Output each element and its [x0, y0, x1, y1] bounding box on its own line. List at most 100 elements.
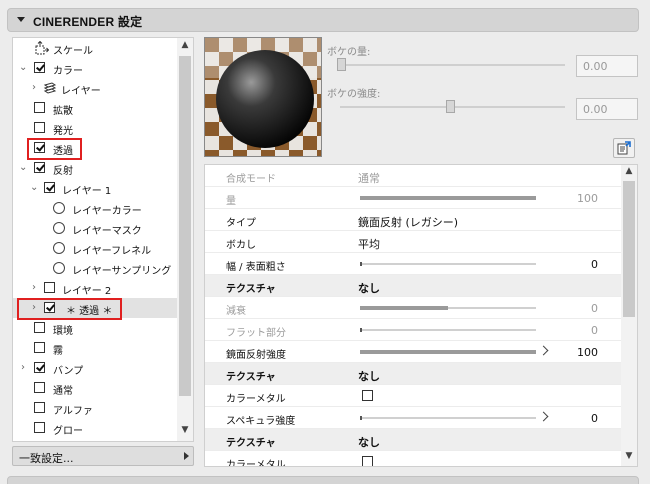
- next-panel-header[interactable]: [7, 476, 639, 484]
- scroll-up-icon[interactable]: ▲: [177, 40, 193, 54]
- tree-item-layer-fresnel[interactable]: レイヤーフレネル: [13, 238, 178, 258]
- tree-item-glow[interactable]: グロー: [13, 418, 178, 438]
- prop-row-texture[interactable]: テクスチャ なし: [205, 429, 637, 451]
- tree-item-layer-1[interactable]: ⌄ レイヤー 1: [13, 178, 178, 198]
- prop-number[interactable]: 0: [591, 258, 598, 271]
- bokeh-amount-track[interactable]: [340, 64, 565, 66]
- chevron-down-icon[interactable]: ⌄: [19, 163, 27, 173]
- checkbox-transparency-layer[interactable]: [44, 302, 55, 313]
- bokeh-amount-slider-thumb[interactable]: [337, 58, 346, 71]
- prop-value[interactable]: なし: [358, 434, 380, 450]
- chevron-right-icon[interactable]: ›: [19, 363, 27, 373]
- checkbox-alpha[interactable]: [34, 402, 45, 413]
- checkbox-fog[interactable]: [34, 342, 45, 353]
- checkbox-normal[interactable]: [34, 382, 45, 393]
- bokeh-strength-input[interactable]: 0.00: [576, 98, 638, 120]
- prop-row-attenuation[interactable]: 減衰 0: [205, 297, 637, 319]
- prop-row-color-metal[interactable]: カラーメタル: [205, 385, 637, 407]
- chevron-right-icon[interactable]: [538, 345, 549, 356]
- prop-number[interactable]: 100: [577, 346, 598, 359]
- checkbox-luminance[interactable]: [34, 122, 45, 133]
- prop-value[interactable]: 鏡面反射 (レガシー): [358, 214, 458, 230]
- checkbox-color[interactable]: [34, 62, 45, 73]
- chevron-right-icon[interactable]: ›: [30, 83, 38, 93]
- prop-slider[interactable]: [360, 306, 536, 310]
- checkbox-layer-1[interactable]: [44, 182, 55, 193]
- checkbox-glow[interactable]: [34, 422, 45, 433]
- match-settings-button[interactable]: 一致設定...: [12, 446, 194, 466]
- chevron-down-icon[interactable]: ⌄: [30, 183, 38, 193]
- scroll-down-icon[interactable]: ▼: [621, 451, 637, 465]
- tree-scrollbar[interactable]: ▲ ▼: [177, 38, 193, 441]
- prop-label: フラット部分: [226, 328, 286, 339]
- bokeh-amount-input[interactable]: 0.00: [576, 55, 638, 77]
- chevron-down-icon[interactable]: ⌄: [19, 63, 27, 73]
- prop-value[interactable]: 平均: [358, 236, 380, 252]
- prop-slider[interactable]: [360, 328, 536, 332]
- prop-row-roughness[interactable]: 幅 / 表面粗さ 0: [205, 253, 637, 275]
- tree-item-transparency[interactable]: 透過: [13, 138, 178, 158]
- prop-slider[interactable]: [360, 262, 536, 266]
- tree-item-color-layer[interactable]: › レイヤー: [13, 78, 178, 98]
- tree-item-normal[interactable]: 通常: [13, 378, 178, 398]
- prop-slider[interactable]: [360, 416, 536, 420]
- bokeh-strength-slider-thumb[interactable]: [446, 100, 455, 113]
- checkbox-transparency[interactable]: [34, 142, 45, 153]
- prop-row-texture[interactable]: テクスチャ なし: [205, 363, 637, 385]
- prop-row-color-metal[interactable]: カラーメタル: [205, 451, 637, 466]
- tree-item-luminance[interactable]: 発光: [13, 118, 178, 138]
- document-arrow-icon: [617, 141, 631, 155]
- prop-row-amount[interactable]: 量 100: [205, 187, 637, 209]
- tree-item-bump[interactable]: › バンプ: [13, 358, 178, 378]
- prop-number[interactable]: 100: [577, 192, 598, 205]
- prop-row-type[interactable]: タイプ 鏡面反射 (レガシー): [205, 209, 637, 231]
- tree-item-layer-mask[interactable]: レイヤーマスク: [13, 218, 178, 238]
- tree-item-layer-2[interactable]: › レイヤー 2: [13, 278, 178, 298]
- tree-item-color[interactable]: ⌄ カラー: [13, 58, 178, 78]
- prop-number[interactable]: 0: [591, 302, 598, 315]
- checkbox-bump[interactable]: [34, 362, 45, 373]
- tree-item-reflection[interactable]: ⌄ 反射: [13, 158, 178, 178]
- scroll-up-icon[interactable]: ▲: [621, 166, 637, 180]
- checkbox-color-metal[interactable]: [362, 456, 373, 466]
- tree-item-transparency-layer[interactable]: › ＊ 透過 ＊: [13, 298, 178, 318]
- chevron-right-icon[interactable]: [538, 411, 549, 422]
- checkbox-color-metal[interactable]: [362, 390, 373, 401]
- tree-item-layer-sampling[interactable]: レイヤーサンプリング: [13, 258, 178, 278]
- tree-item-alpha[interactable]: アルファ: [13, 398, 178, 418]
- chevron-right-icon[interactable]: ›: [30, 283, 38, 293]
- scroll-thumb[interactable]: [179, 56, 191, 396]
- prop-row-blend-mode[interactable]: 合成モード 通常: [205, 165, 637, 187]
- scroll-down-icon[interactable]: ▼: [177, 425, 193, 439]
- prop-slider[interactable]: [360, 196, 536, 200]
- chevron-right-icon: [184, 452, 189, 460]
- prop-number[interactable]: 0: [591, 324, 598, 337]
- prop-row-blur[interactable]: ボカし 平均: [205, 231, 637, 253]
- checkbox-environment[interactable]: [34, 322, 45, 333]
- cinerender-settings-header[interactable]: CINERENDER 設定: [7, 8, 639, 32]
- prop-label: 鏡面反射強度: [226, 350, 286, 361]
- prop-row-flat-part[interactable]: フラット部分 0: [205, 319, 637, 341]
- prop-row-specular-strength[interactable]: スペキュラ強度 0: [205, 407, 637, 429]
- scroll-thumb[interactable]: [623, 181, 635, 317]
- properties-scrollbar[interactable]: ▲ ▼: [621, 165, 637, 466]
- prop-slider[interactable]: [360, 350, 536, 354]
- prop-value[interactable]: なし: [358, 280, 380, 296]
- tree-item-layer-color[interactable]: レイヤーカラー: [13, 198, 178, 218]
- tree-item-environment[interactable]: 環境: [13, 318, 178, 338]
- prop-number[interactable]: 0: [591, 412, 598, 425]
- radio-icon: [53, 242, 65, 254]
- preview-options-button[interactable]: [613, 138, 635, 158]
- tree-item-fog[interactable]: 霧: [13, 338, 178, 358]
- prop-row-texture[interactable]: テクスチャ なし: [205, 275, 637, 297]
- prop-value[interactable]: なし: [358, 368, 380, 384]
- checkbox-diffusion[interactable]: [34, 102, 45, 113]
- prop-row-specular-reflection-strength[interactable]: 鏡面反射強度 100: [205, 341, 637, 363]
- chevron-right-icon[interactable]: ›: [30, 303, 38, 313]
- tree-item-diffusion[interactable]: 拡散: [13, 98, 178, 118]
- checkbox-reflection[interactable]: [34, 162, 45, 173]
- prop-value[interactable]: 通常: [358, 170, 380, 186]
- tree-item-scale[interactable]: スケール: [13, 38, 178, 58]
- checkbox-layer-2[interactable]: [44, 282, 55, 293]
- collapse-triangle-icon[interactable]: [17, 17, 25, 22]
